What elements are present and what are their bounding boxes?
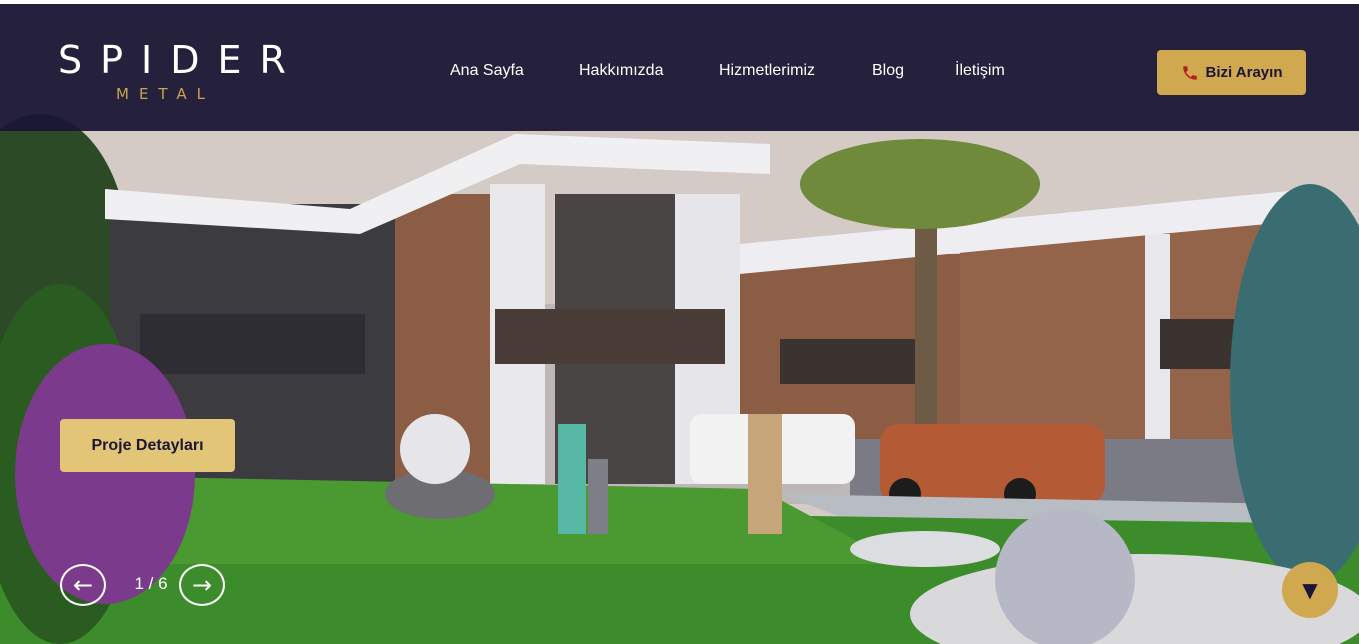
project-details-button[interactable]: Proje Detayları xyxy=(60,419,235,472)
chevron-down-icon: ▼ xyxy=(1302,578,1318,602)
slider-controls: ← 1 / 6 → xyxy=(60,564,230,608)
arrow-right-icon: → xyxy=(191,571,213,599)
nav-item-blog[interactable]: Blog xyxy=(872,62,904,80)
nav-item-ana-sayfa[interactable]: Ana Sayfa xyxy=(450,62,524,80)
nav-item-iletisim[interactable]: İletişim xyxy=(955,62,1005,80)
scroll-down-button[interactable]: ▼ xyxy=(1282,562,1338,618)
slide-counter: 1 / 6 xyxy=(134,574,168,593)
nav-item-hizmetlerimiz[interactable]: Hizmetlerimiz xyxy=(719,62,815,80)
navbar: SPIDER METAL Ana Sayfa Hakkımızda Hizmet… xyxy=(0,4,1359,131)
logo-tagline: METAL xyxy=(116,85,216,103)
nav-item-hakkimizda[interactable]: Hakkımızda xyxy=(579,62,663,80)
prev-slide-button[interactable]: ← xyxy=(60,564,106,606)
arrow-left-icon: ← xyxy=(72,571,94,599)
main-nav: Ana Sayfa Hakkımızda Hizmetlerimiz Blog … xyxy=(0,62,1359,86)
call-us-label: Bizi Arayın xyxy=(1205,64,1283,81)
phone-icon xyxy=(1181,64,1199,82)
call-us-button[interactable]: Bizi Arayın xyxy=(1157,50,1306,95)
next-slide-button[interactable]: → xyxy=(179,564,225,606)
